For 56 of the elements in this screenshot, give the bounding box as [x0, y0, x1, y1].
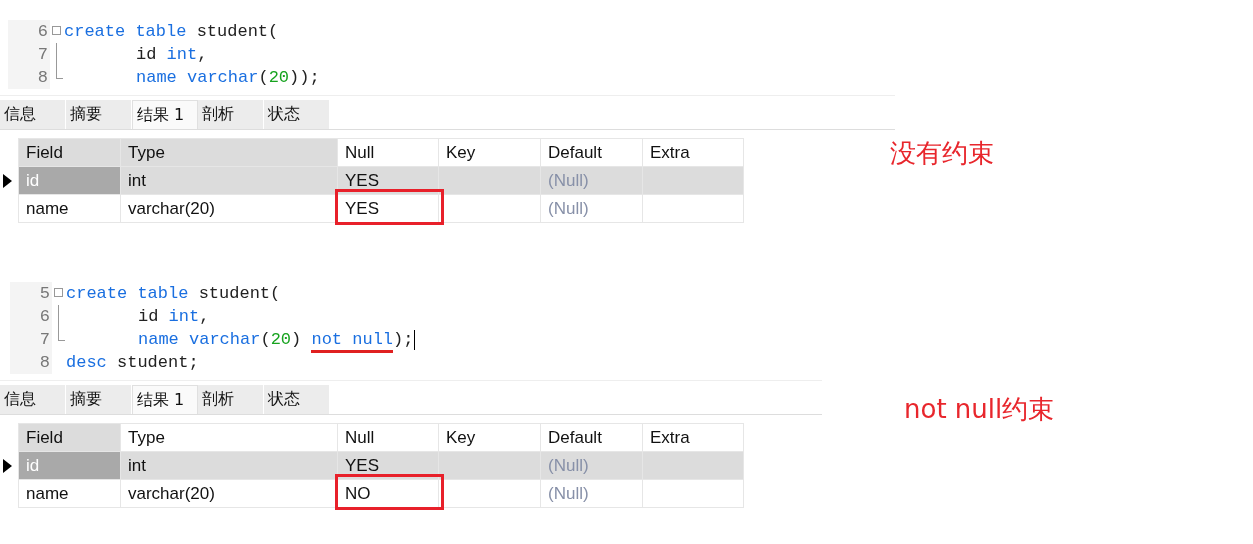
table-cell: (Null)	[540, 166, 643, 195]
fold-toggle-icon[interactable]	[52, 26, 61, 35]
code-line: create table student(	[66, 283, 281, 305]
current-row-icon	[3, 174, 12, 188]
result-tab[interactable]: 摘要	[66, 100, 132, 129]
column-header[interactable]: Key	[438, 423, 541, 452]
code-line: create table student(	[64, 21, 279, 43]
line-number: 8	[8, 66, 50, 89]
result-tab[interactable]: 状态	[264, 385, 330, 414]
result-tab[interactable]: 结果 1	[132, 100, 198, 129]
column-header[interactable]: Type	[120, 423, 338, 452]
column-header[interactable]: Type	[120, 138, 338, 167]
result-tab[interactable]: 摘要	[66, 385, 132, 414]
code-line: id int,	[137, 306, 210, 328]
column-header[interactable]: Extra	[642, 423, 744, 452]
annotation-text: 没有约束	[890, 137, 994, 170]
code-editor[interactable]: 6 create table student( 7 id int, 8 name varchar(20));	[0, 18, 895, 96]
current-row-icon	[3, 459, 12, 473]
column-header[interactable]: Field	[18, 138, 121, 167]
code-line: id int,	[135, 44, 208, 66]
code-editor[interactable]: 5 create table student( 6 id int, 7 name varchar(20) not null); 8 desc student;	[0, 280, 822, 381]
column-header[interactable]: Field	[18, 423, 121, 452]
code-line: name varchar(20) not null);	[66, 328, 414, 351]
table-cell: int	[120, 451, 338, 480]
table-row[interactable]: name varchar(20) YES (Null)	[18, 194, 744, 223]
column-header[interactable]: Null	[337, 138, 439, 167]
column-header[interactable]: Default	[540, 423, 643, 452]
column-header[interactable]: Extra	[642, 138, 744, 167]
table-row[interactable]: name varchar(20) NO (Null)	[18, 479, 744, 508]
table-cell: (Null)	[540, 451, 643, 480]
line-number: 6	[10, 305, 52, 328]
column-header[interactable]: Key	[438, 138, 541, 167]
line-number: 5	[10, 282, 52, 305]
line-number: 7	[8, 43, 50, 66]
line-number: 7	[10, 328, 52, 351]
table-cell: int	[120, 166, 338, 195]
result-tab[interactable]: 剖析	[198, 100, 264, 129]
column-header[interactable]: Default	[540, 138, 643, 167]
line-number: 8	[10, 351, 52, 374]
table-row[interactable]: id int YES (Null)	[18, 451, 744, 480]
line-number: 6	[8, 20, 50, 43]
column-header[interactable]: Null	[337, 423, 439, 452]
fold-toggle-icon[interactable]	[54, 288, 63, 297]
table-cell: (Null)	[540, 194, 643, 223]
result-tab[interactable]: 剖析	[198, 385, 264, 414]
table-row[interactable]: id int YES (Null)	[18, 166, 744, 195]
result-tab[interactable]: 信息	[0, 100, 66, 129]
code-line: name varchar(20));	[135, 67, 320, 89]
table-cell: name	[18, 194, 121, 223]
result-tab[interactable]: 结果 1	[132, 385, 198, 414]
result-tab[interactable]: 信息	[0, 385, 66, 414]
table-cell: (Null)	[540, 479, 643, 508]
result-tab[interactable]: 状态	[264, 100, 330, 129]
annotation-text: not null约束	[904, 393, 1055, 426]
table-cell: name	[18, 479, 121, 508]
code-line: desc student;	[66, 352, 199, 374]
